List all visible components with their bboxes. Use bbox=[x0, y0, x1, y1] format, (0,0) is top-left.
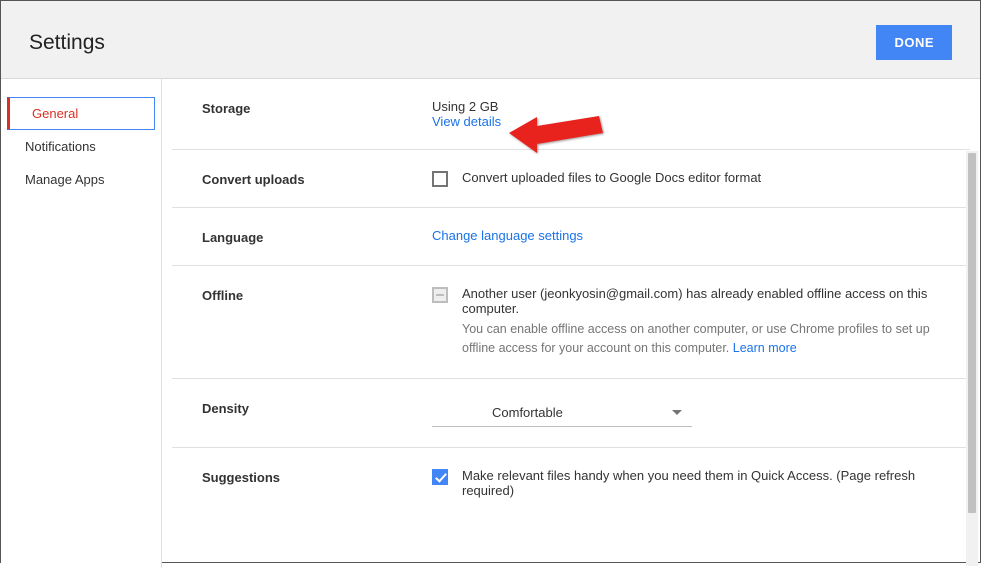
settings-header: Settings DONE bbox=[1, 1, 980, 79]
section-offline: Offline Another user (jeonkyosin@gmail.c… bbox=[172, 266, 970, 379]
section-density: Density Comfortable bbox=[172, 379, 970, 448]
change-language-link[interactable]: Change language settings bbox=[432, 228, 583, 243]
settings-sidebar: General Notifications Manage Apps bbox=[1, 79, 161, 568]
sidebar-item-general[interactable]: General bbox=[7, 97, 155, 130]
section-language: Language Change language settings bbox=[172, 208, 970, 266]
sidebar-item-manage-apps[interactable]: Manage Apps bbox=[1, 163, 161, 196]
chevron-down-icon bbox=[672, 410, 682, 415]
view-details-link[interactable]: View details bbox=[432, 114, 501, 129]
storage-label: Storage bbox=[202, 99, 432, 129]
offline-label: Offline bbox=[202, 286, 432, 358]
page-title: Settings bbox=[29, 31, 105, 55]
sidebar-item-notifications[interactable]: Notifications bbox=[1, 130, 161, 163]
storage-usage: Using 2 GB bbox=[432, 99, 940, 114]
offline-checkbox bbox=[432, 287, 448, 303]
convert-label: Convert uploads bbox=[202, 170, 432, 187]
section-suggestions: Suggestions Make relevant files handy wh… bbox=[172, 448, 970, 518]
section-convert-uploads: Convert uploads Convert uploaded files t… bbox=[172, 150, 970, 208]
offline-helper: You can enable offline access on another… bbox=[462, 320, 940, 358]
offline-learn-more-link[interactable]: Learn more bbox=[733, 341, 797, 355]
scrollbar[interactable] bbox=[966, 151, 978, 566]
offline-text: Another user (jeonkyosin@gmail.com) has … bbox=[462, 286, 940, 316]
density-dropdown[interactable]: Comfortable bbox=[432, 399, 692, 427]
convert-text: Convert uploaded files to Google Docs ed… bbox=[462, 170, 761, 185]
convert-checkbox[interactable] bbox=[432, 171, 448, 187]
suggestions-text: Make relevant files handy when you need … bbox=[462, 468, 940, 498]
suggestions-checkbox[interactable] bbox=[432, 469, 448, 485]
suggestions-label: Suggestions bbox=[202, 468, 432, 498]
density-value: Comfortable bbox=[492, 405, 563, 420]
scrollbar-thumb[interactable] bbox=[968, 153, 976, 513]
done-button[interactable]: DONE bbox=[876, 25, 952, 60]
section-storage: Storage Using 2 GB View details bbox=[172, 79, 970, 150]
density-label: Density bbox=[202, 399, 432, 427]
language-label: Language bbox=[202, 228, 432, 245]
settings-content: Storage Using 2 GB View details Convert … bbox=[161, 79, 980, 568]
